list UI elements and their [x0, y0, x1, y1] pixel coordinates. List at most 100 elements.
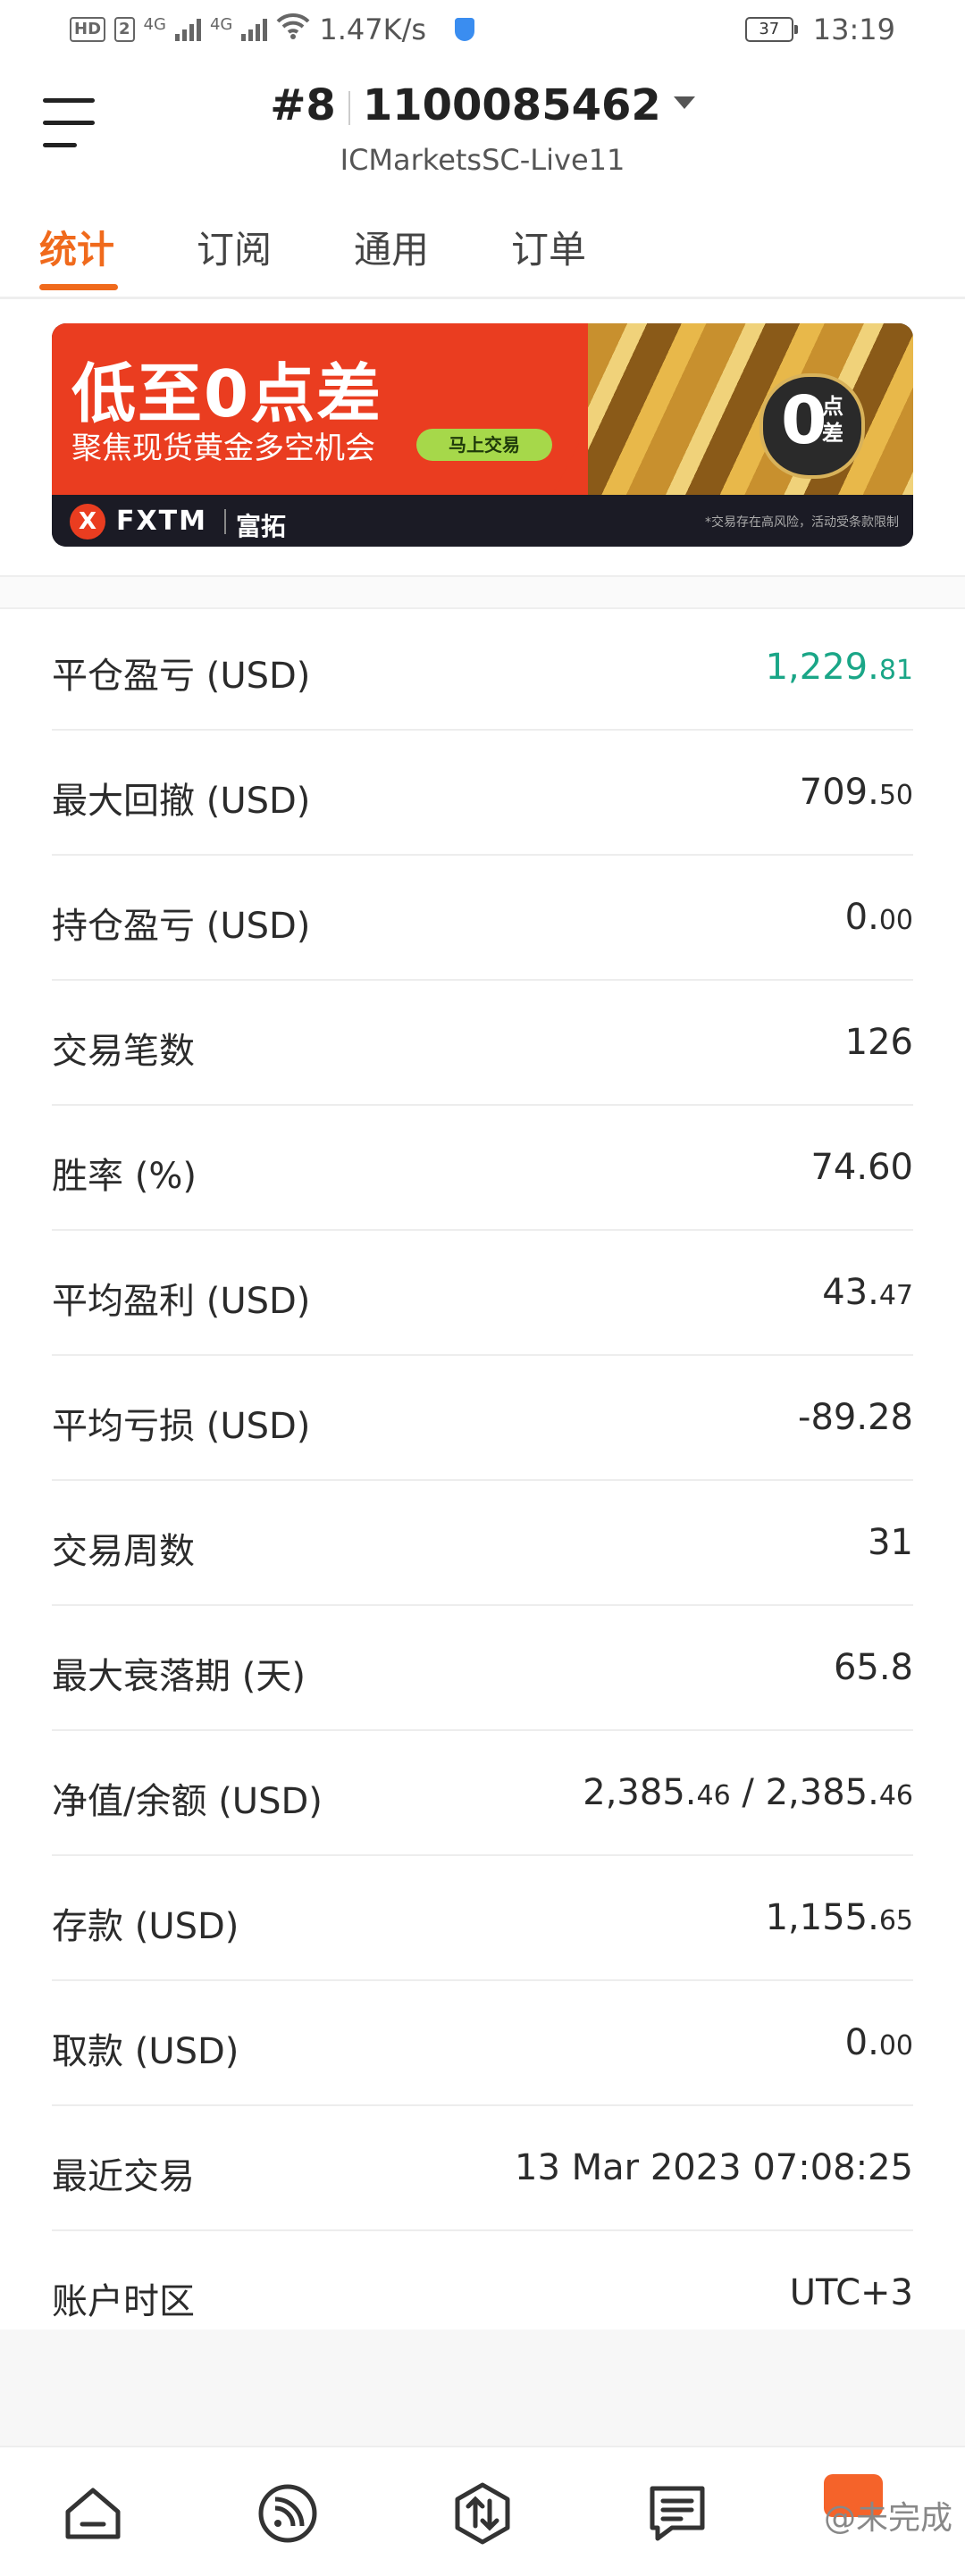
stat-row: 平均盈利 (USD) 43.47: [52, 1233, 913, 1356]
signal-icon-2: [241, 18, 268, 41]
value-main-2: / 2,385.: [730, 1772, 879, 1813]
stat-row: 取款 (USD) 0.00: [52, 1983, 913, 2106]
value-main: 74.60: [810, 1147, 913, 1188]
trade-icon[interactable]: [450, 2481, 515, 2546]
stat-row: 持仓盈亏 (USD) 0.00: [52, 857, 913, 981]
tab-general[interactable]: 通用: [354, 220, 429, 274]
value-main: 2,385.: [583, 1772, 697, 1813]
brand-name-cn: 富拓: [236, 512, 287, 541]
value-main: -89.28: [798, 1397, 913, 1438]
stat-value: 1,155.65: [766, 1897, 913, 1938]
active-tab-indicator: [39, 284, 118, 290]
tab-bar: 统计 订阅 通用 订单: [0, 207, 965, 299]
stat-row: 平仓盈亏 (USD) 1,229.81: [52, 607, 913, 731]
value-main: 126: [844, 1022, 913, 1063]
value-main: 709.: [799, 772, 879, 813]
sim-badge: 2: [114, 17, 135, 42]
tab-orders[interactable]: 订单: [511, 220, 586, 274]
value-decimal-2: 46: [878, 1780, 913, 1811]
stat-label: 净值/余额 (USD): [52, 1781, 323, 1822]
brand-divider: [224, 509, 226, 534]
clock: 13:19: [812, 13, 895, 46]
badge-number: 0: [781, 382, 827, 459]
stat-value: 74.60: [810, 1147, 913, 1188]
network-type-2: 4G: [209, 14, 233, 34]
stat-value: 2,385.46 / 2,385.46: [583, 1772, 913, 1813]
status-bar: HD 2 4G 4G 1.47K/s 37 13:19: [0, 0, 965, 64]
server-name: ICMarketsSC-Live11: [340, 143, 625, 177]
stat-row: 最近交易 13 Mar 2023 07:08:25: [52, 2108, 913, 2231]
wifi-icon: [276, 13, 310, 46]
stat-value: 1,229.81: [766, 647, 913, 688]
stat-row: 交易笔数 126: [52, 983, 913, 1106]
stat-label: 交易周数: [52, 1531, 195, 1572]
stat-label: 平均亏损 (USD): [52, 1406, 311, 1447]
bottom-nav: @未完成: [0, 2446, 965, 2576]
brand-name: FXTM: [116, 506, 207, 537]
value-main: 31: [868, 1522, 913, 1563]
zero-spread-badge: 0 点差: [759, 373, 865, 479]
value-main: 65.8: [833, 1647, 913, 1688]
stat-value: 0.00: [845, 2022, 913, 2063]
value-decimal: 46: [696, 1780, 731, 1811]
hd-badge: HD: [70, 17, 106, 42]
stat-label: 取款 (USD): [52, 2031, 239, 2072]
value-decimal: 00: [878, 2030, 913, 2062]
value-main: UTC+3: [789, 2272, 913, 2313]
value-decimal: 65: [878, 1905, 913, 1936]
value-decimal: 47: [878, 1280, 913, 1311]
network-speed: 1.47K/s: [319, 13, 427, 46]
stat-value: 31: [868, 1522, 913, 1563]
stat-value: 0.00: [845, 897, 913, 938]
account-number: 1100085462: [362, 80, 661, 130]
stat-label: 胜率 (%): [52, 1156, 197, 1197]
stat-label: 平均盈利 (USD): [52, 1281, 311, 1322]
signal-feed-icon[interactable]: [256, 2481, 320, 2546]
caret-down-icon: [673, 96, 695, 109]
value-main: 1,155.: [765, 1897, 879, 1938]
gold-bars-image: [588, 323, 913, 495]
account-selector[interactable]: #8 1100085462: [0, 80, 965, 130]
stat-value: 709.50: [800, 772, 913, 813]
value-main: 0.: [844, 2022, 879, 2063]
section-divider: [0, 575, 965, 609]
tab-subscribe[interactable]: 订阅: [197, 220, 272, 274]
status-right: 37 13:19: [744, 13, 895, 46]
stat-row: 胜率 (%) 74.60: [52, 1108, 913, 1231]
stat-row: 交易周数 31: [52, 1483, 913, 1606]
list-footer-space: [0, 2329, 965, 2446]
stat-label: 最近交易: [52, 2156, 195, 2197]
value-main: 1,229.: [765, 647, 879, 688]
value-decimal: 81: [878, 655, 913, 686]
stat-label: 最大衰落期 (天): [52, 1656, 306, 1697]
stat-row: 净值/余额 (USD) 2,385.46 / 2,385.46: [52, 1733, 913, 1856]
stat-row: 存款 (USD) 1,155.65: [52, 1858, 913, 1981]
stat-label: 平仓盈亏 (USD): [52, 656, 311, 697]
trade-now-button[interactable]: 马上交易: [416, 429, 552, 461]
stat-label: 账户时区: [52, 2281, 195, 2322]
banner-subtitle: 聚焦现货黄金多空机会: [71, 431, 375, 466]
value-main: 0.: [844, 897, 879, 938]
stat-value: 126: [845, 1022, 913, 1063]
stat-row: 最大衰落期 (天) 65.8: [52, 1608, 913, 1731]
banner-disclaimer: *交易存在高风险，活动受条款限制: [705, 515, 899, 530]
watermark-text: @未完成: [823, 2500, 952, 2537]
stat-row: 最大回撤 (USD) 709.50: [52, 732, 913, 856]
promo-banner[interactable]: 低至0点差 聚焦现货黄金多空机会 马上交易 0 点差 X FXTM 富拓 *交易…: [52, 323, 913, 547]
stat-label: 持仓盈亏 (USD): [52, 906, 311, 947]
tab-statistics[interactable]: 统计: [39, 220, 114, 274]
stat-value: UTC+3: [790, 2272, 913, 2313]
stat-value: 65.8: [834, 1647, 913, 1688]
shield-icon: [455, 18, 475, 41]
network-type-1: 4G: [143, 14, 166, 34]
stat-value: 43.47: [822, 1272, 913, 1313]
divider: [348, 91, 350, 125]
stat-row: 平均亏损 (USD) -89.28: [52, 1358, 913, 1481]
value-main: 43.: [822, 1272, 879, 1313]
news-icon[interactable]: [645, 2481, 709, 2546]
stat-label: 存款 (USD): [52, 1906, 239, 1947]
stat-label: 交易笔数: [52, 1031, 195, 1072]
home-icon[interactable]: [61, 2481, 125, 2546]
stat-value: -89.28: [798, 1397, 913, 1438]
badge-text: 点差: [822, 394, 843, 446]
